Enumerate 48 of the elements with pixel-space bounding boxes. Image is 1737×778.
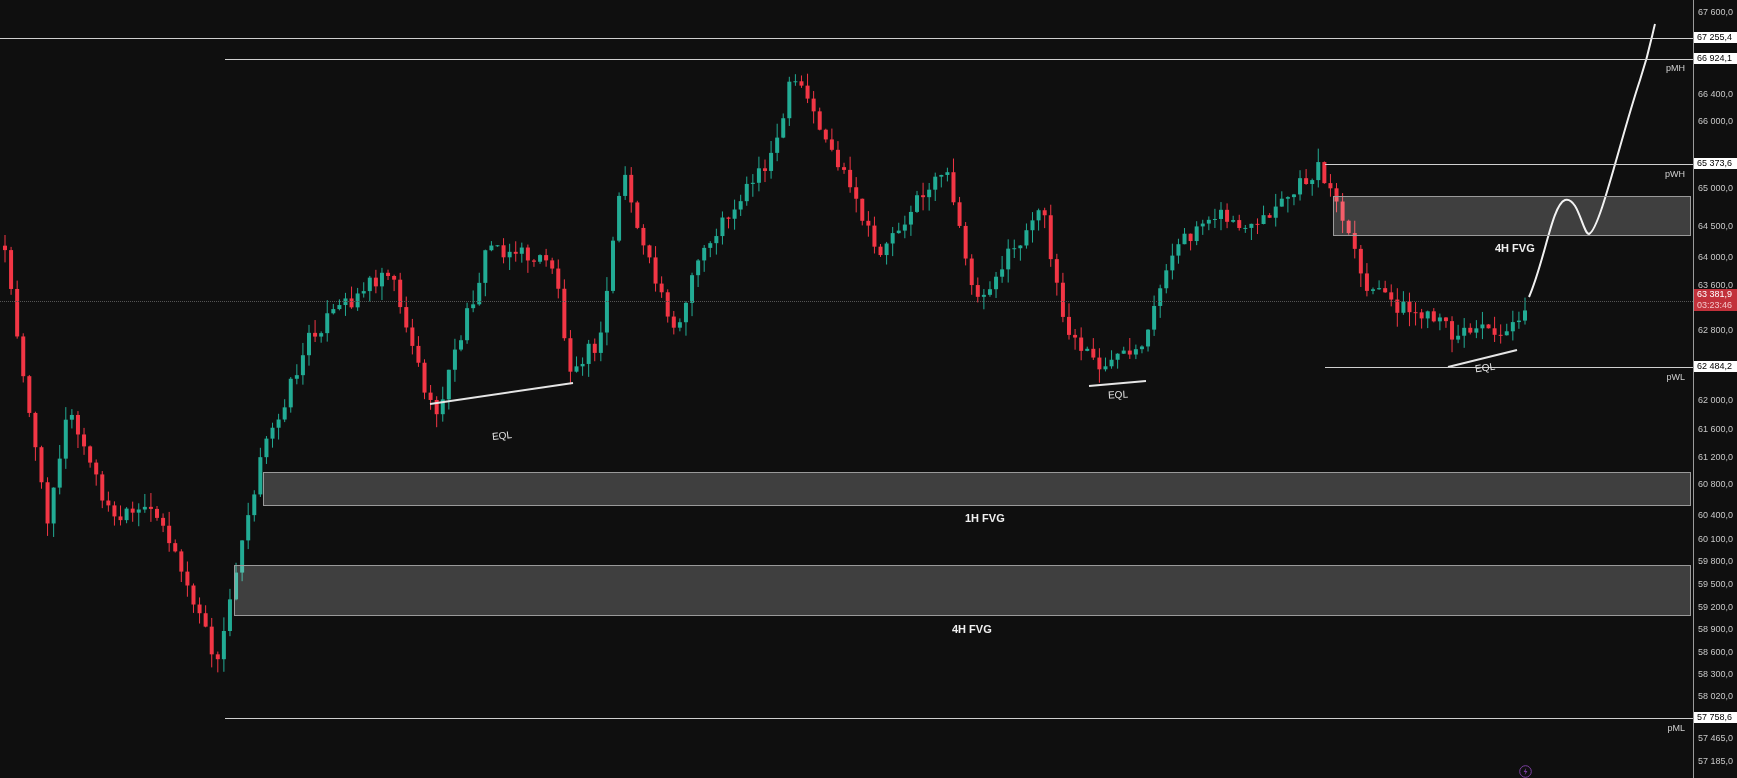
price-badge: 57 758,6 — [1694, 712, 1737, 723]
axis-label: 59 200,0 — [1698, 602, 1734, 613]
chart-area[interactable]: pMH pWH pWL pML 4H FVG 1H FVG 4H FVG EQL EQL EQL — [0, 0, 1693, 778]
price-badge: 65 373,6 — [1694, 158, 1737, 169]
current-price: 63 381,9 — [1697, 289, 1734, 300]
axis-label: 58 900,0 — [1698, 624, 1734, 635]
axis-label: 62 800,0 — [1698, 325, 1734, 336]
trendline-label: EQL — [491, 428, 513, 444]
axis-label: 58 020,0 — [1698, 691, 1734, 702]
axis-label: 66 000,0 — [1698, 116, 1734, 127]
axis-label: 57 465,0 — [1698, 733, 1734, 744]
axis-label: 64 500,0 — [1698, 221, 1734, 232]
level-label: pWL — [1666, 371, 1685, 384]
level-label: pML — [1667, 722, 1685, 735]
axis-label: 59 500,0 — [1698, 579, 1734, 590]
trendline-label: EQL — [1474, 359, 1496, 377]
axis-label: 57 185,0 — [1698, 756, 1734, 767]
price-badge: 66 924,1 — [1694, 53, 1737, 64]
axis-label: 60 100,0 — [1698, 534, 1734, 545]
axis-label: 58 600,0 — [1698, 647, 1734, 658]
fvg-zone[interactable] — [234, 565, 1691, 616]
fvg-zone[interactable] — [1333, 196, 1691, 236]
axis-label: 63 600,0 — [1698, 280, 1734, 291]
axis-label: 61 200,0 — [1698, 452, 1734, 463]
axis-label: 60 800,0 — [1698, 479, 1734, 490]
axis-label: 61 600,0 — [1698, 424, 1734, 435]
price-axis[interactable] — [1693, 0, 1737, 778]
trendline-label: EQL — [1107, 387, 1129, 403]
axis-label: 67 600,0 — [1698, 7, 1734, 18]
level-label: pWH — [1665, 168, 1685, 181]
fvg-zone[interactable] — [263, 472, 1691, 506]
zone-label: 4H FVG — [952, 622, 992, 637]
axis-label: 66 400,0 — [1698, 89, 1734, 100]
level-label: pMH — [1666, 62, 1685, 75]
zone-label: 4H FVG — [1495, 241, 1535, 256]
axis-label: 59 800,0 — [1698, 556, 1734, 567]
zone-label: 1H FVG — [965, 511, 1005, 526]
countdown: 03:23:46 — [1697, 300, 1734, 311]
axis-label: 65 000,0 — [1698, 183, 1734, 194]
price-badge: 62 484,2 — [1694, 361, 1737, 372]
trendline[interactable] — [1088, 380, 1147, 387]
axis-label: 60 400,0 — [1698, 510, 1734, 521]
trendline[interactable] — [429, 382, 574, 405]
lightning-icon[interactable] — [1519, 765, 1532, 778]
axis-label: 62 000,0 — [1698, 395, 1734, 406]
axis-label: 64 000,0 — [1698, 252, 1734, 263]
axis-label: 58 300,0 — [1698, 669, 1734, 680]
price-badge: 67 255,4 — [1694, 32, 1737, 43]
